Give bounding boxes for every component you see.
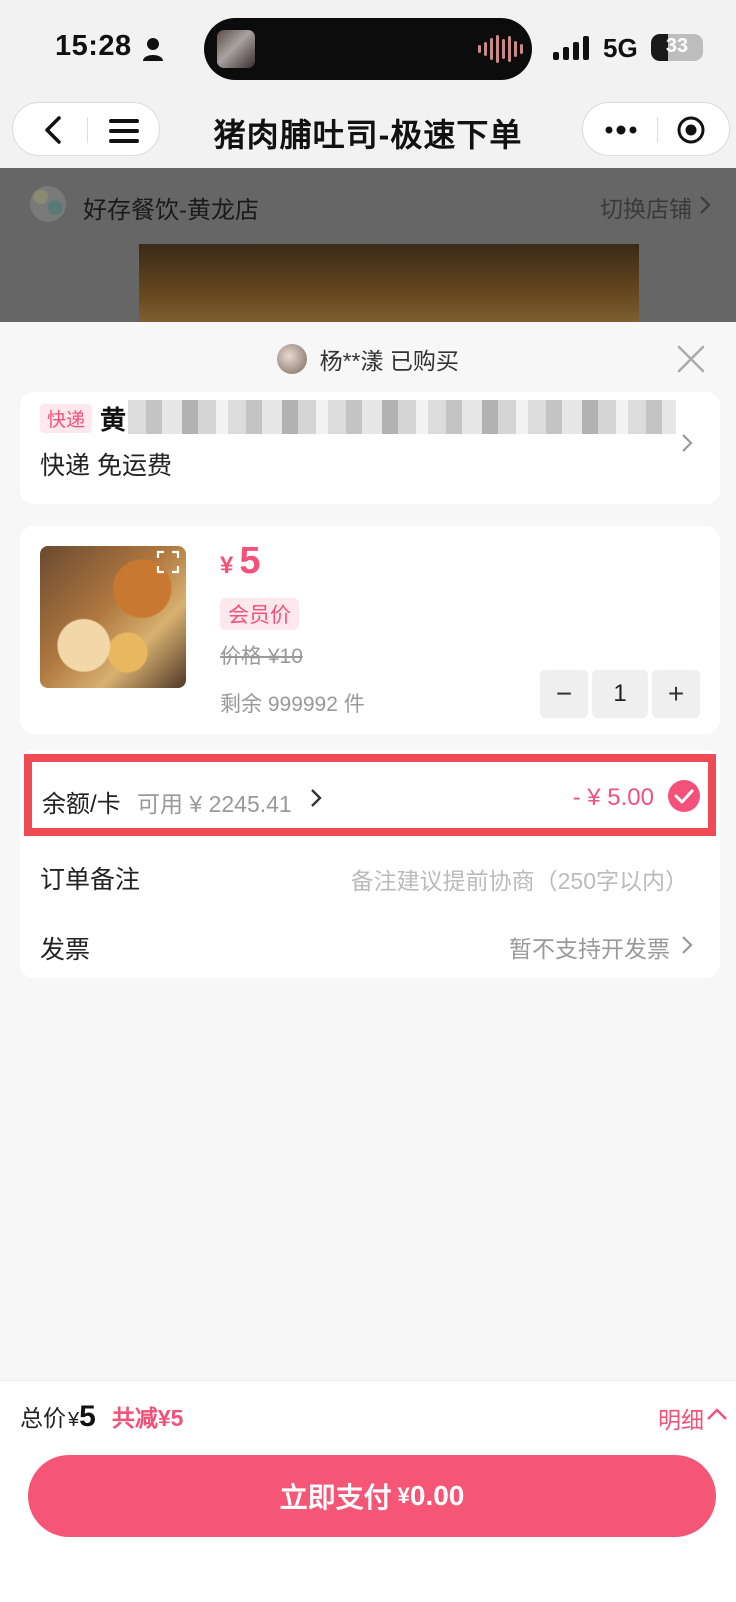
chevron-up-icon[interactable]: [706, 1407, 728, 1421]
order-options-card: 余额/卡 可用 ¥ 2245.41 - ¥ 5.00 订单备注 备注建议提前协商…: [20, 750, 720, 978]
nav-bar: 猪肉脯吐司-极速下单: [0, 98, 736, 168]
chevron-right-icon: [682, 936, 693, 954]
battery-icon: 33: [651, 34, 703, 61]
quantity-value[interactable]: 1: [592, 670, 648, 718]
checkout-bar: 总价 ¥ 5 共减¥5 明细 立即支付 ¥0.00: [0, 1380, 736, 1602]
original-price: 价格 ¥10: [220, 645, 303, 668]
balance-card-row[interactable]: 余额/卡 可用 ¥ 2245.41 - ¥ 5.00: [24, 754, 716, 836]
address-card[interactable]: 快递 黄 快递 免运费: [20, 392, 720, 504]
battery-level: 33: [665, 35, 689, 57]
status-bar: 15:28 5G 33: [0, 0, 736, 98]
store-logo: [30, 186, 66, 222]
balance-available: 可用 ¥ 2245.41: [137, 791, 292, 817]
chevron-right-icon: [700, 196, 711, 214]
more-icon[interactable]: [603, 115, 639, 145]
total-label: 总价: [20, 1405, 66, 1431]
product-card: ¥5 会员价 价格 ¥10 剩余 999992 件 − 1 +: [20, 526, 720, 734]
address-name: 黄: [100, 405, 127, 435]
recent-buyer-notice: 杨**漾 已购买: [0, 342, 736, 382]
buyer-avatar: [277, 344, 308, 374]
decrease-button[interactable]: −: [540, 670, 588, 718]
pay-amount: 0.00: [409, 1480, 465, 1511]
balance-label: 余额/卡: [42, 791, 121, 818]
expand-icon[interactable]: [156, 550, 180, 574]
increase-button[interactable]: +: [652, 670, 700, 718]
person-icon: [143, 38, 163, 61]
buyer-notice-text: 杨**漾 已购买: [319, 348, 459, 374]
member-price-tag: 会员价: [220, 598, 299, 630]
product-banner-image: [139, 244, 639, 322]
target-icon[interactable]: [676, 115, 706, 145]
pay-symbol: ¥: [397, 1483, 410, 1508]
price-symbol: ¥: [220, 552, 234, 579]
balance-deduction: - ¥ 5.00: [572, 784, 654, 811]
stock-remaining: 剩余 999992 件: [220, 693, 365, 716]
total-symbol: ¥: [68, 1409, 80, 1431]
address-redacted: [128, 400, 676, 434]
invoice-value: 暂不支持开发票: [509, 936, 670, 962]
order-sheet: 杨**漾 已购买 快递 黄 快递 免运费 ¥5 会员价 价格 ¥10 剩余 99…: [0, 322, 736, 1380]
dynamic-island: [204, 18, 532, 80]
now-playing-artwork: [217, 30, 255, 68]
express-tag: 快递: [40, 404, 93, 433]
store-header: 好存餐饮-黄龙店 切换店铺: [0, 168, 736, 322]
signal-icon: [553, 36, 589, 60]
audio-wave-icon: [478, 34, 523, 64]
chevron-right-icon: [311, 789, 322, 807]
network-type: 5G: [603, 33, 638, 63]
total-reduction: 共减¥5: [111, 1405, 184, 1431]
switch-store-link[interactable]: 切换店铺: [600, 190, 692, 224]
price-detail-toggle[interactable]: 明细: [658, 1401, 704, 1435]
quantity-stepper: − 1 +: [540, 670, 700, 718]
status-time: 15:28: [55, 30, 132, 62]
total-amount: 5: [79, 1400, 96, 1433]
close-icon[interactable]: [676, 344, 706, 374]
current-price: ¥5: [220, 540, 261, 583]
order-total: 总价 ¥ 5 共减¥5: [20, 1399, 183, 1434]
shipping-info: 快递 免运费: [40, 452, 172, 480]
price-amount: 5: [239, 540, 261, 582]
pay-now-button[interactable]: 立即支付 ¥0.00: [28, 1455, 716, 1537]
remark-input[interactable]: 备注建议提前协商（250字以内）: [351, 862, 688, 896]
order-remark-row[interactable]: 订单备注 备注建议提前协商（250字以内）: [20, 840, 720, 910]
remark-label: 订单备注: [40, 866, 141, 894]
chevron-right-icon: [682, 434, 693, 452]
store-name: 好存餐饮-黄龙店: [83, 197, 259, 224]
nav-right-capsule: [582, 102, 730, 156]
invoice-row[interactable]: 发票 暂不支持开发票: [20, 910, 720, 978]
invoice-label: 发票: [40, 936, 91, 964]
check-icon[interactable]: [668, 780, 700, 812]
pay-label: 立即支付: [279, 1482, 392, 1513]
